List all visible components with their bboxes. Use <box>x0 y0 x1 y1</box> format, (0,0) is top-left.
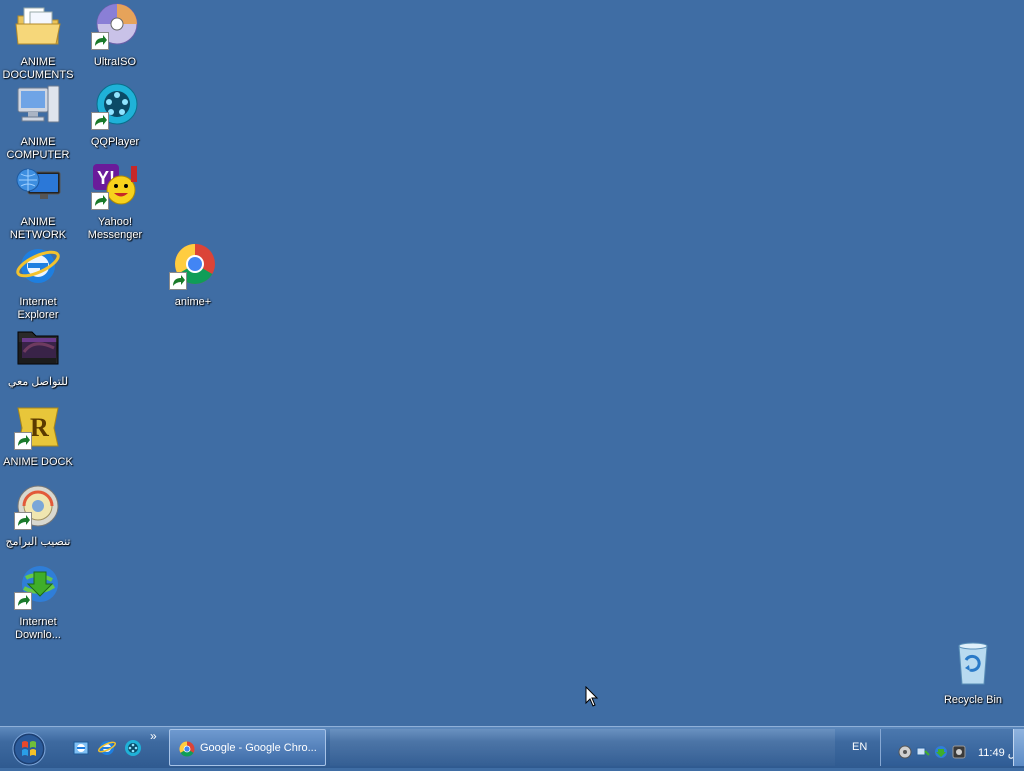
computer-icon <box>14 82 62 130</box>
disc-icon <box>91 2 139 50</box>
icon-label: UltraISO <box>93 56 137 68</box>
desktop-icon-install-programs[interactable]: تنصيب البرامج <box>0 482 76 549</box>
desktop-icon-internet-download-manager[interactable]: Internet Downlo... <box>0 562 76 642</box>
recycle-bin-icon <box>949 640 997 688</box>
icon-label: Recycle Bin <box>943 694 1003 706</box>
icon-label: Internet Downlo... <box>15 616 61 641</box>
taskbar: » Google - Google Chro... EN 11:49 ص <box>0 726 1024 768</box>
quick-launch-qqplayer[interactable] <box>124 739 142 757</box>
icon-label: تنصيب البرامج <box>5 536 71 548</box>
shortcut-arrow-icon <box>91 112 109 130</box>
shortcut-arrow-icon <box>14 592 32 610</box>
quick-launch-internet-explorer[interactable] <box>97 739 117 757</box>
folder-icon <box>14 2 62 50</box>
desktop-icon-anime-plus-chrome[interactable]: anime+ <box>155 242 231 309</box>
shortcut-arrow-icon <box>14 432 32 450</box>
internet-explorer-icon <box>14 242 62 290</box>
desktop-icon-recycle-bin[interactable]: Recycle Bin <box>935 640 1011 707</box>
chrome-icon <box>169 242 217 290</box>
network-icon <box>14 162 62 210</box>
desktop-icon-qqplayer[interactable]: QQPlayer <box>77 82 153 149</box>
mouse-cursor-icon <box>585 685 599 713</box>
taskbar-empty-area <box>330 729 835 766</box>
taskbar-button-chrome[interactable]: Google - Google Chro... <box>169 729 326 766</box>
taskbar-button-label: Google - Google Chro... <box>200 742 317 754</box>
icon-label: QQPlayer <box>90 136 140 148</box>
language-indicator[interactable]: EN <box>852 741 867 753</box>
shortcut-arrow-icon <box>169 272 187 290</box>
icon-label: ANIME NETWORK <box>9 216 67 241</box>
quick-launch-explorer[interactable] <box>72 739 90 757</box>
shortcut-arrow-icon <box>14 512 32 530</box>
desktop-icon-anime-dock[interactable]: R ANIME DOCK <box>0 402 76 469</box>
messenger-tray-icon[interactable] <box>952 745 966 759</box>
qqplayer-icon <box>125 740 141 756</box>
icon-label: anime+ <box>174 296 212 308</box>
volume-icon[interactable] <box>898 745 912 759</box>
desktop-icon-yahoo-messenger[interactable]: Y! Yahoo! Messenger <box>77 162 153 242</box>
icon-label: ANIME DOCK <box>3 456 73 468</box>
desktop: ANIME DOCUMENTS ANIME COMPUTER ANIME NET <box>0 0 1024 726</box>
icon-label: للتواصل معي <box>7 376 69 388</box>
shortcut-arrow-icon <box>91 192 109 210</box>
download-manager-tray-icon[interactable] <box>934 745 948 759</box>
desktop-icon-anime-network[interactable]: ANIME NETWORK <box>0 162 76 242</box>
download-manager-icon <box>14 562 62 610</box>
windows-orb-icon <box>12 732 46 766</box>
system-tray: 11:49 ص <box>880 729 1024 766</box>
show-desktop-button[interactable] <box>1013 729 1024 766</box>
icon-label: ANIME DOCUMENTS <box>2 56 74 81</box>
internet-explorer-icon <box>97 741 117 755</box>
desktop-icon-contact[interactable]: للتواصل معي <box>0 322 76 389</box>
dark-folder-icon <box>14 322 62 370</box>
chrome-icon <box>179 741 195 757</box>
yahoo-messenger-icon: Y! <box>91 162 139 210</box>
svg-text:R: R <box>30 413 49 442</box>
installer-icon <box>14 482 62 530</box>
icon-label: Internet Explorer <box>17 296 59 321</box>
icon-label: Yahoo! Messenger <box>87 216 143 241</box>
desktop-icon-anime-documents[interactable]: ANIME DOCUMENTS <box>0 2 76 82</box>
icon-label: ANIME COMPUTER <box>6 136 70 161</box>
quick-launch-more-button[interactable]: » <box>150 729 157 743</box>
shortcut-arrow-icon <box>91 32 109 50</box>
rocketdock-icon: R <box>14 402 62 450</box>
desktop-icon-internet-explorer[interactable]: Internet Explorer <box>0 242 76 322</box>
desktop-icon-anime-computer[interactable]: ANIME COMPUTER <box>0 82 76 162</box>
start-button[interactable] <box>8 730 50 766</box>
desktop-icon-ultraiso[interactable]: UltraISO <box>77 2 153 69</box>
network-tray-icon[interactable] <box>916 745 930 759</box>
qqplayer-icon <box>91 82 139 130</box>
explorer-icon <box>73 741 89 755</box>
